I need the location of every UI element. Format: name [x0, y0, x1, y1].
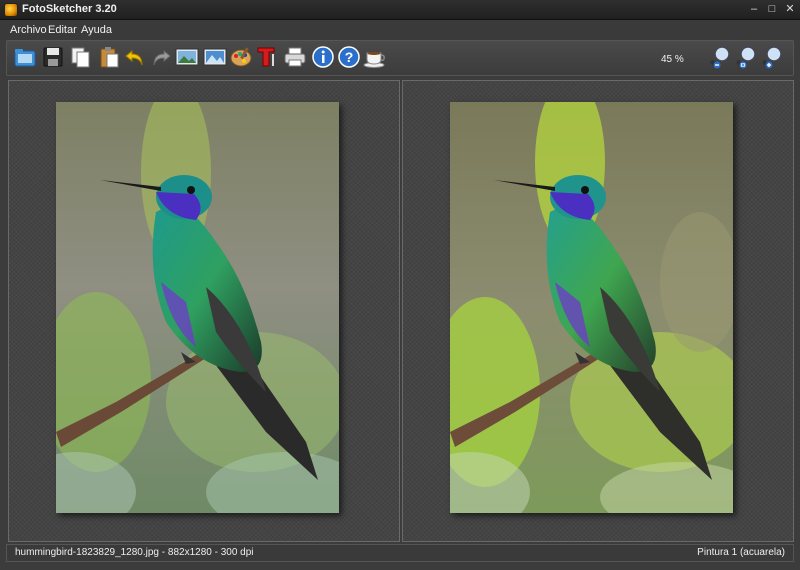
- copy-icon[interactable]: [69, 45, 93, 69]
- zoom-out-icon[interactable]: [709, 45, 733, 69]
- menu-ayuda[interactable]: Ayuda: [81, 24, 112, 36]
- app-icon: [4, 3, 18, 17]
- zoom-fit-icon[interactable]: [735, 45, 759, 69]
- show-original-icon[interactable]: [175, 45, 199, 69]
- undo-icon[interactable]: [123, 45, 147, 69]
- maximize-button[interactable]: □: [764, 2, 780, 17]
- menu-archivo[interactable]: Archivo: [10, 24, 47, 36]
- zoom-level: 45 %: [661, 54, 684, 65]
- redo-icon[interactable]: [149, 45, 173, 69]
- save-icon[interactable]: [41, 45, 65, 69]
- menu-editar[interactable]: Editar: [48, 24, 77, 36]
- minimize-button[interactable]: –: [746, 2, 762, 17]
- status-file-info: hummingbird-1823829_1280.jpg - 882x1280 …: [15, 547, 254, 558]
- palette-icon[interactable]: [229, 45, 253, 69]
- print-icon[interactable]: [283, 45, 307, 69]
- window-title: FotoSketcher 3.20: [22, 3, 117, 15]
- title-bar: FotoSketcher 3.20 – □ ✕: [0, 0, 800, 20]
- status-bar: hummingbird-1823829_1280.jpg - 882x1280 …: [6, 544, 794, 562]
- menu-bar: Archivo Editar Ayuda: [0, 20, 800, 40]
- zoom-in-icon[interactable]: [761, 45, 785, 69]
- open-folder-icon[interactable]: [13, 45, 37, 69]
- show-result-icon[interactable]: [203, 45, 227, 69]
- coffee-icon[interactable]: [363, 45, 387, 69]
- status-effect: Pintura 1 (acuarela): [697, 547, 785, 558]
- close-button[interactable]: ✕: [782, 2, 798, 17]
- help-icon[interactable]: ?: [337, 45, 361, 69]
- text-icon[interactable]: [255, 45, 279, 69]
- original-photo: [56, 102, 339, 513]
- toolbar: ? 45 %: [6, 40, 794, 76]
- result-photo: [450, 102, 733, 513]
- svg-text:?: ?: [345, 49, 354, 65]
- info-icon[interactable]: [311, 45, 335, 69]
- paste-icon[interactable]: [97, 45, 121, 69]
